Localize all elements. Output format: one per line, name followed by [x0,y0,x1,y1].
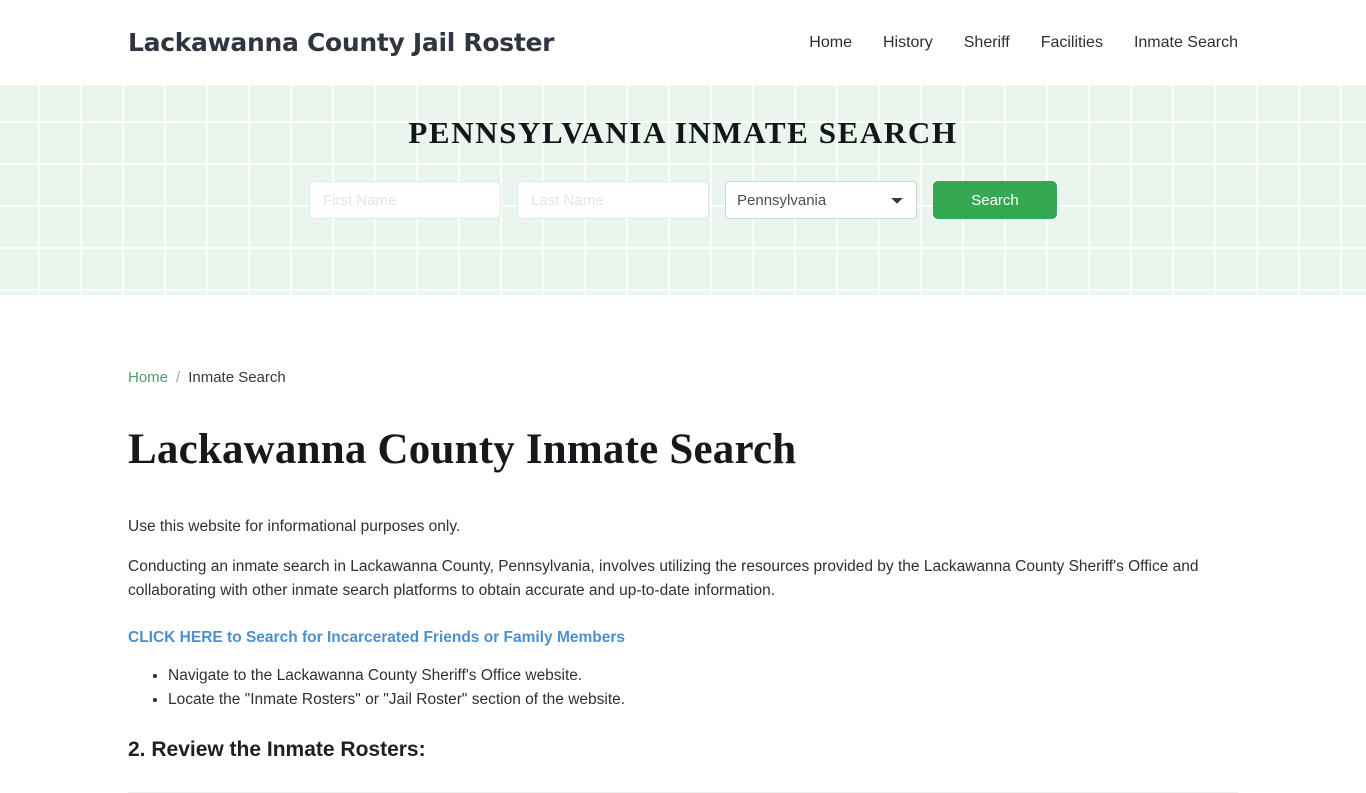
main-navigation: Home History Sheriff Facilities Inmate S… [809,34,1238,52]
nav-item-facilities[interactable]: Facilities [1041,34,1103,52]
hero-search-banner: PENNSYLVANIA INMATE SEARCH Pennsylvania … [0,85,1366,295]
hero-title: PENNSYLVANIA INMATE SEARCH [408,115,958,150]
cta-search-link[interactable]: CLICK HERE to Search for Incarcerated Fr… [128,629,625,647]
inmate-search-form: Pennsylvania Search [309,181,1057,219]
page-title: Lackawanna County Inmate Search [128,426,797,473]
list-item: Locate the "Inmate Rosters" or "Jail Ros… [168,688,1238,712]
breadcrumb: Home / Inmate Search [128,295,1238,386]
intro-paragraph: Use this website for informational purpo… [128,518,461,536]
nav-item-history[interactable]: History [883,34,933,52]
nav-item-home[interactable]: Home [809,34,852,52]
search-button[interactable]: Search [933,181,1057,219]
breadcrumb-separator: / [176,369,181,386]
first-name-input[interactable] [309,181,501,219]
site-brand-title[interactable]: Lackawanna County Jail Roster [128,28,554,57]
nav-item-sheriff[interactable]: Sheriff [964,34,1010,52]
breadcrumb-link-home[interactable]: Home [128,369,168,386]
description-paragraph: Conducting an inmate search in Lackawann… [128,558,1199,600]
main-content: Home / Inmate Search Lackawanna County I… [0,295,1366,793]
state-select[interactable]: Pennsylvania [725,181,917,219]
breadcrumb-current: Inmate Search [188,369,286,386]
steps-list: Navigate to the Lackawanna County Sherif… [128,664,1238,712]
last-name-input[interactable] [517,181,709,219]
nav-item-inmate-search[interactable]: Inmate Search [1134,34,1238,52]
list-item: Navigate to the Lackawanna County Sherif… [168,664,1238,688]
section-heading-review-rosters: 2. Review the Inmate Rosters: [128,738,426,762]
site-header: Lackawanna County Jail Roster Home Histo… [0,0,1366,85]
